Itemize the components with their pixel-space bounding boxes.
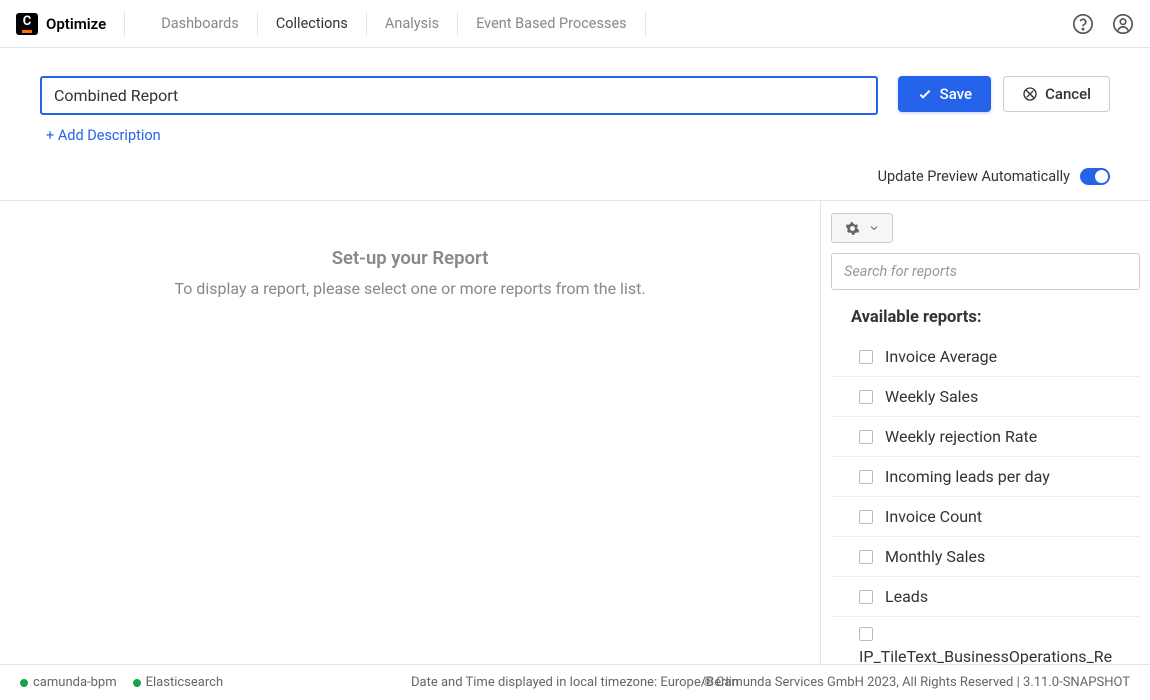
chevron-down-icon	[868, 222, 880, 234]
report-label: Monthly Sales	[885, 547, 985, 566]
status-label: camunda-bpm	[33, 675, 117, 690]
save-button[interactable]: Save	[898, 76, 991, 112]
preview-toggle-label: Update Preview Automatically	[878, 168, 1070, 185]
available-reports-list: Invoice Average Weekly Sales Weekly reje…	[831, 337, 1140, 676]
report-name-input[interactable]	[40, 76, 878, 115]
report-label: Invoice Average	[885, 347, 997, 366]
cancel-button[interactable]: Cancel	[1003, 76, 1110, 112]
checkbox[interactable]	[859, 590, 873, 604]
gear-icon	[845, 221, 860, 236]
status-label: Elasticsearch	[146, 675, 223, 690]
nav-dashboards[interactable]: Dashboards	[143, 12, 258, 36]
report-canvas: Set-up your Report To display a report, …	[0, 201, 820, 680]
nav-event-based-processes[interactable]: Event Based Processes	[458, 12, 646, 36]
save-label: Save	[940, 85, 972, 103]
app-name: Optimize	[46, 15, 106, 33]
checkbox[interactable]	[859, 390, 873, 404]
preview-toggle-row: Update Preview Automatically	[0, 162, 1150, 200]
report-item[interactable]: Monthly Sales	[831, 537, 1140, 577]
title-left: + Add Description	[40, 76, 878, 144]
report-label: Weekly Sales	[885, 387, 978, 406]
user-account-icon[interactable]	[1112, 13, 1134, 35]
copyright-label: © Camunda Services GmbH 2023, All Rights…	[702, 675, 1130, 690]
preview-toggle[interactable]	[1080, 168, 1110, 185]
checkbox[interactable]	[859, 627, 873, 641]
report-label: Incoming leads per day	[885, 467, 1050, 486]
status-dot-ok-icon	[133, 679, 141, 687]
status-footer: camunda-bpm Elasticsearch Date and Time …	[0, 664, 1150, 700]
status-elasticsearch: Elasticsearch	[133, 675, 223, 690]
status-camunda-bpm: camunda-bpm	[20, 675, 117, 690]
report-item[interactable]: Incoming leads per day	[831, 457, 1140, 497]
report-label: Invoice Count	[885, 507, 982, 526]
report-item[interactable]: Invoice Average	[831, 337, 1140, 377]
title-actions: Save Cancel	[898, 76, 1110, 112]
checkbox[interactable]	[859, 550, 873, 564]
nav-analysis[interactable]: Analysis	[367, 12, 458, 36]
report-label: Weekly rejection Rate	[885, 427, 1037, 446]
reports-sidebar: Available reports: Invoice Average Weekl…	[820, 201, 1150, 680]
title-section: + Add Description Save Cancel	[0, 48, 1150, 162]
app-logo-icon	[16, 13, 38, 35]
report-item[interactable]: Invoice Count	[831, 497, 1140, 537]
main-area: Set-up your Report To display a report, …	[0, 200, 1150, 680]
setup-heading: Set-up your Report	[332, 247, 489, 269]
settings-dropdown[interactable]	[831, 213, 893, 243]
report-label: Leads	[885, 587, 928, 606]
cancel-icon	[1022, 86, 1038, 102]
help-icon[interactable]	[1072, 13, 1094, 35]
checkbox[interactable]	[859, 350, 873, 364]
available-reports-heading: Available reports:	[831, 290, 1140, 337]
cancel-label: Cancel	[1045, 85, 1091, 103]
app-header: Optimize Dashboards Collections Analysis…	[0, 0, 1150, 48]
checkbox[interactable]	[859, 510, 873, 524]
report-item[interactable]: Weekly rejection Rate	[831, 417, 1140, 457]
main-nav: Dashboards Collections Analysis Event Ba…	[143, 12, 645, 36]
search-reports-input[interactable]	[831, 253, 1140, 290]
logo-block[interactable]: Optimize	[16, 12, 125, 36]
report-item[interactable]: Weekly Sales	[831, 377, 1140, 417]
setup-subheading: To display a report, please select one o…	[174, 279, 645, 298]
header-actions	[1072, 13, 1134, 35]
check-icon	[917, 86, 933, 102]
report-item[interactable]: Leads	[831, 577, 1140, 617]
checkbox[interactable]	[859, 430, 873, 444]
status-dot-ok-icon	[20, 679, 28, 687]
add-description-link[interactable]: + Add Description	[46, 127, 161, 144]
nav-collections[interactable]: Collections	[258, 12, 367, 36]
checkbox[interactable]	[859, 470, 873, 484]
timezone-label: Date and Time displayed in local timezon…	[411, 675, 739, 690]
